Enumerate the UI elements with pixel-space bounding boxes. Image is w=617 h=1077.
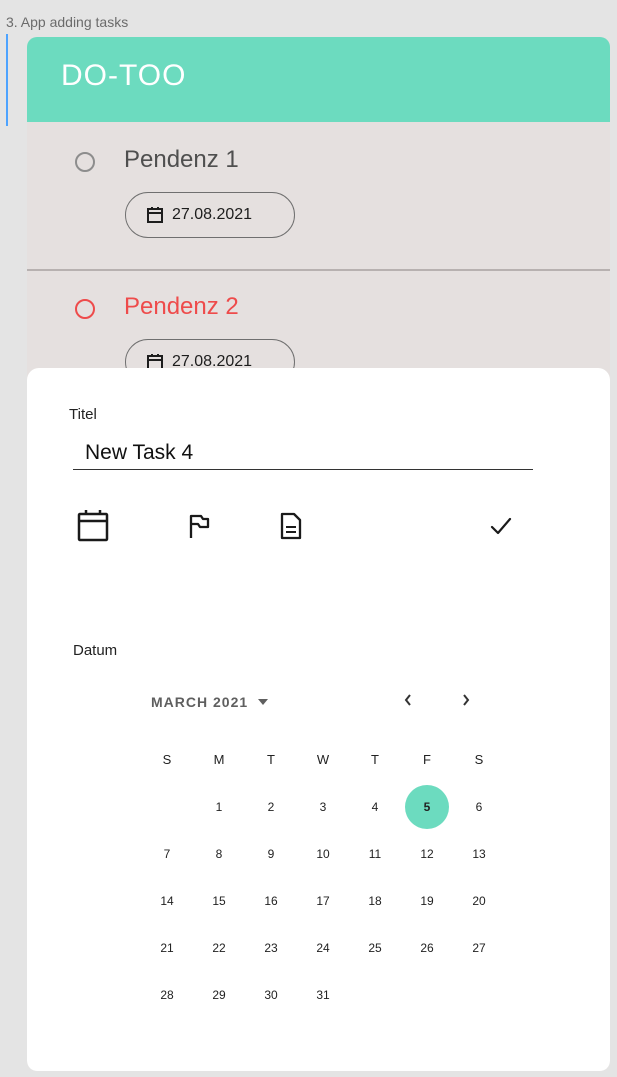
chevron-right-icon <box>463 694 470 706</box>
weekday-header: M <box>213 752 225 767</box>
calendar-day[interactable]: 1 <box>193 783 245 830</box>
calendar-day[interactable]: 12 <box>401 830 453 877</box>
calendar-day[interactable]: 30 <box>245 971 297 1018</box>
calendar-day-label: 3 <box>319 799 327 814</box>
calendar-day[interactable]: 6 <box>453 783 505 830</box>
weekday-header: T <box>267 752 275 767</box>
chevron-left-icon <box>404 694 411 706</box>
title-input[interactable] <box>73 438 533 470</box>
calendar-day-label: 19 <box>420 893 434 908</box>
caret-down-icon <box>258 699 269 705</box>
calendar-day[interactable]: 3 <box>297 783 349 830</box>
weekday-header: S <box>162 752 172 767</box>
calendar-day-label: 29 <box>212 987 226 1002</box>
calendar-day[interactable]: 7 <box>141 830 193 877</box>
calendar-day-label: 18 <box>368 893 382 908</box>
weekday-header: T <box>371 752 379 767</box>
calendar-day-label: 25 <box>368 940 382 955</box>
calendar-day[interactable]: 2 <box>245 783 297 830</box>
add-task-sheet: Titel Datum MARCH 2021 SMTWTFS1234567891… <box>27 368 610 1071</box>
app-screen: DO-TOO Pendenz 1 27.08.2021 Pendenz 2 27… <box>27 37 610 1071</box>
calendar-day-label: 12 <box>420 846 434 861</box>
calendar-day-label: 20 <box>472 893 486 908</box>
calendar-day-label: 16 <box>264 893 278 908</box>
document-icon[interactable] <box>273 508 309 544</box>
calendar-day[interactable]: 16 <box>245 877 297 924</box>
calendar-day-label: 2 <box>267 799 275 814</box>
calendar-day[interactable]: 15 <box>193 877 245 924</box>
calendar-day-label: 13 <box>472 846 486 861</box>
calendar-day-label: 7 <box>163 846 171 861</box>
calendar-icon[interactable] <box>75 508 111 544</box>
calendar-day-label: 6 <box>475 799 483 814</box>
task-title: Pendenz 1 <box>124 146 239 173</box>
calendar-day[interactable]: 14 <box>141 877 193 924</box>
calendar-day[interactable]: 9 <box>245 830 297 877</box>
check-icon[interactable] <box>483 508 519 544</box>
calendar-day[interactable]: 20 <box>453 877 505 924</box>
calendar-day[interactable]: 26 <box>401 924 453 971</box>
app-bar: DO-TOO <box>27 37 610 122</box>
task-date: 27.08.2021 <box>172 206 253 223</box>
app-title: DO-TOO <box>61 59 187 92</box>
month-year-label: MARCH 2021 <box>151 694 249 710</box>
weekday-header: W <box>316 752 330 767</box>
calendar-day[interactable]: 29 <box>193 971 245 1018</box>
calendar-day-label: 4 <box>371 799 379 814</box>
calendar-day-label: 31 <box>316 987 330 1002</box>
calendar-grid: S M T W T F S 1 2 3 4 5 6 7 8 9 10 11 12 13 14 15 16 17 18 19 20 21… <box>141 736 505 1018</box>
date-label: Datum <box>73 642 118 659</box>
month-year-select[interactable]: MARCH 2021 <box>151 694 269 710</box>
calendar-day-label: 8 <box>215 846 223 861</box>
calendar-day-label: 30 <box>264 987 278 1002</box>
calendar-day[interactable]: 28 <box>141 971 193 1018</box>
title-label: Titel <box>69 406 97 423</box>
calendar-day-selected[interactable]: 5 <box>401 783 453 830</box>
task-complete-radio[interactable] <box>75 152 95 172</box>
calendar-day-label: 22 <box>212 940 226 955</box>
calendar-day-label: 15 <box>212 893 226 908</box>
calendar-day-label: 5 <box>405 784 449 829</box>
weekday-header: F <box>423 752 431 767</box>
calendar-day-label: 1 <box>215 799 223 814</box>
calendar-day-label: 27 <box>472 940 486 955</box>
calendar-day[interactable]: 13 <box>453 830 505 877</box>
calendar-day[interactable]: 25 <box>349 924 401 971</box>
calendar-day[interactable]: 11 <box>349 830 401 877</box>
empty-day-cell <box>141 783 193 830</box>
calendar-day[interactable]: 10 <box>297 830 349 877</box>
calendar-day-label: 17 <box>316 893 330 908</box>
task-item[interactable]: Pendenz 1 27.08.2021 <box>27 122 610 271</box>
task-title: Pendenz 2 <box>124 293 239 320</box>
calendar-day-label: 14 <box>160 893 174 908</box>
calendar-day[interactable]: 18 <box>349 877 401 924</box>
task-complete-radio[interactable] <box>75 299 95 319</box>
frame-label: 3. App adding tasks <box>6 14 129 30</box>
flag-icon[interactable] <box>181 508 217 544</box>
calendar-day-label: 28 <box>160 987 174 1002</box>
previous-month-button[interactable] <box>396 688 420 712</box>
calendar-day-label: 9 <box>267 846 275 861</box>
calendar-day-label: 11 <box>368 846 382 861</box>
calendar-day[interactable]: 31 <box>297 971 349 1018</box>
calendar-day-label: 26 <box>420 940 434 955</box>
calendar-day-label: 10 <box>316 846 330 861</box>
calendar-day[interactable]: 24 <box>297 924 349 971</box>
calendar-day[interactable]: 4 <box>349 783 401 830</box>
calendar-day[interactable]: 27 <box>453 924 505 971</box>
frame-accent-line <box>6 34 8 126</box>
weekday-header: S <box>474 752 484 767</box>
calendar-day[interactable]: 17 <box>297 877 349 924</box>
calendar-day-label: 24 <box>316 940 330 955</box>
calendar-day[interactable]: 22 <box>193 924 245 971</box>
calendar-day[interactable]: 23 <box>245 924 297 971</box>
calendar-day-label: 23 <box>264 940 278 955</box>
calendar-day[interactable]: 19 <box>401 877 453 924</box>
calendar-day-label: 21 <box>160 940 174 955</box>
calendar-day[interactable]: 8 <box>193 830 245 877</box>
calendar-icon <box>146 206 164 224</box>
task-date-chip[interactable]: 27.08.2021 <box>125 192 295 238</box>
next-month-button[interactable] <box>454 688 478 712</box>
calendar-day[interactable]: 21 <box>141 924 193 971</box>
